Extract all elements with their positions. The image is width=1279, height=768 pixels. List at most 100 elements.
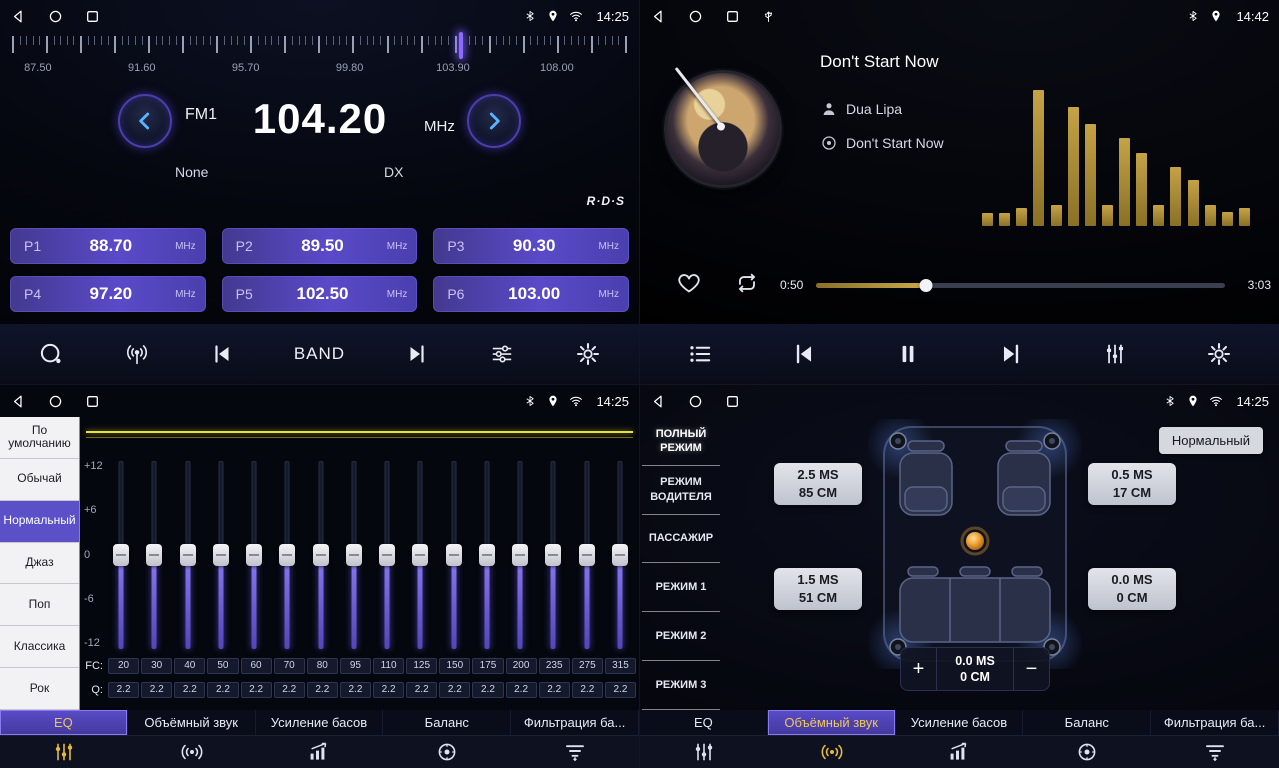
eq-slider-handle[interactable] (346, 544, 362, 566)
home-button[interactable] (47, 8, 64, 25)
tab-filter-icon-button[interactable] (1151, 736, 1279, 768)
tab-bass-boost-icon-button[interactable] (256, 736, 384, 768)
delay-decrease-button[interactable]: − (1013, 648, 1049, 690)
back-button[interactable] (10, 8, 27, 25)
preset-button-p3[interactable]: P390.30MHz (433, 228, 629, 264)
eq-band-slider[interactable] (474, 461, 500, 649)
tune-up-button[interactable] (467, 94, 521, 148)
eq-slider-handle[interactable] (545, 544, 561, 566)
eq-band-slider[interactable] (574, 461, 600, 649)
eq-preset-item[interactable]: Джаз (0, 543, 79, 585)
audio-settings-button[interactable] (489, 341, 515, 367)
tab-filter-icon-button[interactable] (511, 736, 639, 768)
eq-band-slider[interactable] (241, 461, 267, 649)
eq-preset-item[interactable]: Классика (0, 626, 79, 668)
tab-surround-sound-icon-button[interactable] (128, 736, 256, 768)
eq-band-slider[interactable] (540, 461, 566, 649)
tab-eq[interactable]: EQ (640, 710, 768, 735)
eq-band-slider[interactable] (175, 461, 201, 649)
eq-band-slider[interactable] (141, 461, 167, 649)
recents-button[interactable] (84, 8, 101, 25)
preset-button-p2[interactable]: P289.50MHz (222, 228, 418, 264)
tab-eq[interactable]: EQ (0, 710, 128, 735)
tab-eq-icon-button[interactable] (640, 736, 768, 768)
seek-thumb[interactable] (920, 279, 933, 292)
settings-button[interactable] (1206, 341, 1232, 367)
eq-slider-handle[interactable] (612, 544, 628, 566)
mode-item[interactable]: РЕЖИМ 3 (642, 661, 720, 710)
recents-button[interactable] (84, 393, 101, 410)
home-button[interactable] (687, 8, 704, 25)
seek-bar[interactable] (816, 283, 1225, 288)
eq-slider-handle[interactable] (279, 544, 295, 566)
preset-button-p5[interactable]: P5102.50MHz (222, 276, 418, 312)
eq-band-slider[interactable] (374, 461, 400, 649)
delay-front-left-button[interactable]: 2.5 MS 85 CM (774, 463, 862, 505)
eq-slider-handle[interactable] (113, 544, 129, 566)
home-button[interactable] (47, 393, 64, 410)
eq-slider-handle[interactable] (412, 544, 428, 566)
tab-bass-boost[interactable]: Усиление басов (256, 710, 384, 735)
preset-button-p6[interactable]: P6103.00MHz (433, 276, 629, 312)
frequency-scale[interactable]: 87.5091.6095.7099.80103.90108.00 (12, 34, 627, 82)
stations-button[interactable] (124, 341, 150, 367)
tab-surround-sound-icon-button[interactable] (768, 736, 896, 768)
eq-slider-handle[interactable] (146, 544, 162, 566)
tab-bass-boost-icon-button[interactable] (896, 736, 1024, 768)
profile-button[interactable]: Нормальный (1159, 427, 1263, 454)
eq-slider-handle[interactable] (479, 544, 495, 566)
eq-preset-item[interactable]: Нормальный (0, 501, 79, 543)
recents-button[interactable] (724, 393, 741, 410)
eq-slider-handle[interactable] (180, 544, 196, 566)
eq-preset-item[interactable]: Рок (0, 668, 79, 710)
seek-previous-button[interactable] (210, 342, 234, 366)
eq-band-slider[interactable] (407, 461, 433, 649)
seek-next-button[interactable] (405, 342, 429, 366)
tab-eq-icon-button[interactable] (0, 736, 128, 768)
eq-slider-handle[interactable] (379, 544, 395, 566)
tune-down-button[interactable] (118, 94, 172, 148)
delay-front-right-button[interactable]: 0.5 MS 17 CM (1088, 463, 1176, 505)
scan-button[interactable] (38, 341, 64, 367)
eq-band-slider[interactable] (341, 461, 367, 649)
mode-item[interactable]: ПАССАЖИР (642, 515, 720, 564)
tab-balance[interactable]: Баланс (1023, 710, 1151, 735)
preset-button-p4[interactable]: P497.20MHz (10, 276, 206, 312)
equalizer-button[interactable] (1102, 341, 1128, 367)
eq-slider-handle[interactable] (213, 544, 229, 566)
eq-slider-handle[interactable] (512, 544, 528, 566)
eq-slider-handle[interactable] (246, 544, 262, 566)
tab-filter[interactable]: Фильтрация ба... (511, 710, 639, 735)
back-button[interactable] (10, 393, 27, 410)
eq-slider-handle[interactable] (313, 544, 329, 566)
eq-band-slider[interactable] (308, 461, 334, 649)
eq-band-slider[interactable] (108, 461, 134, 649)
frequency-pointer[interactable] (459, 32, 463, 59)
delay-increase-button[interactable]: + (901, 648, 937, 690)
eq-band-slider[interactable] (607, 461, 633, 649)
eq-preset-item[interactable]: Поп (0, 584, 79, 626)
delay-rear-right-button[interactable]: 0.0 MS 0 CM (1088, 568, 1176, 610)
previous-track-button[interactable] (791, 341, 817, 367)
eq-band-slider[interactable] (441, 461, 467, 649)
recents-button[interactable] (724, 8, 741, 25)
repeat-button[interactable] (734, 270, 760, 299)
next-track-button[interactable] (998, 341, 1024, 367)
eq-preset-item[interactable]: Обычай (0, 459, 79, 501)
preset-button-p1[interactable]: P188.70MHz (10, 228, 206, 264)
mode-item[interactable]: РЕЖИМ 2 (642, 612, 720, 661)
eq-slider-handle[interactable] (579, 544, 595, 566)
tab-filter[interactable]: Фильтрация ба... (1151, 710, 1279, 735)
back-button[interactable] (650, 8, 667, 25)
tab-balance-icon-button[interactable] (1023, 736, 1151, 768)
home-button[interactable] (687, 393, 704, 410)
mode-item[interactable]: РЕЖИМ ВОДИТЕЛЯ (642, 466, 720, 515)
tab-bass-boost[interactable]: Усиление басов (896, 710, 1024, 735)
eq-band-slider[interactable] (208, 461, 234, 649)
tab-surround-sound[interactable]: Объёмный звук (128, 710, 256, 735)
eq-band-slider[interactable] (507, 461, 533, 649)
tab-balance[interactable]: Баланс (383, 710, 511, 735)
tab-surround-sound[interactable]: Объёмный звук (768, 710, 896, 735)
back-button[interactable] (650, 393, 667, 410)
eq-band-slider[interactable] (274, 461, 300, 649)
